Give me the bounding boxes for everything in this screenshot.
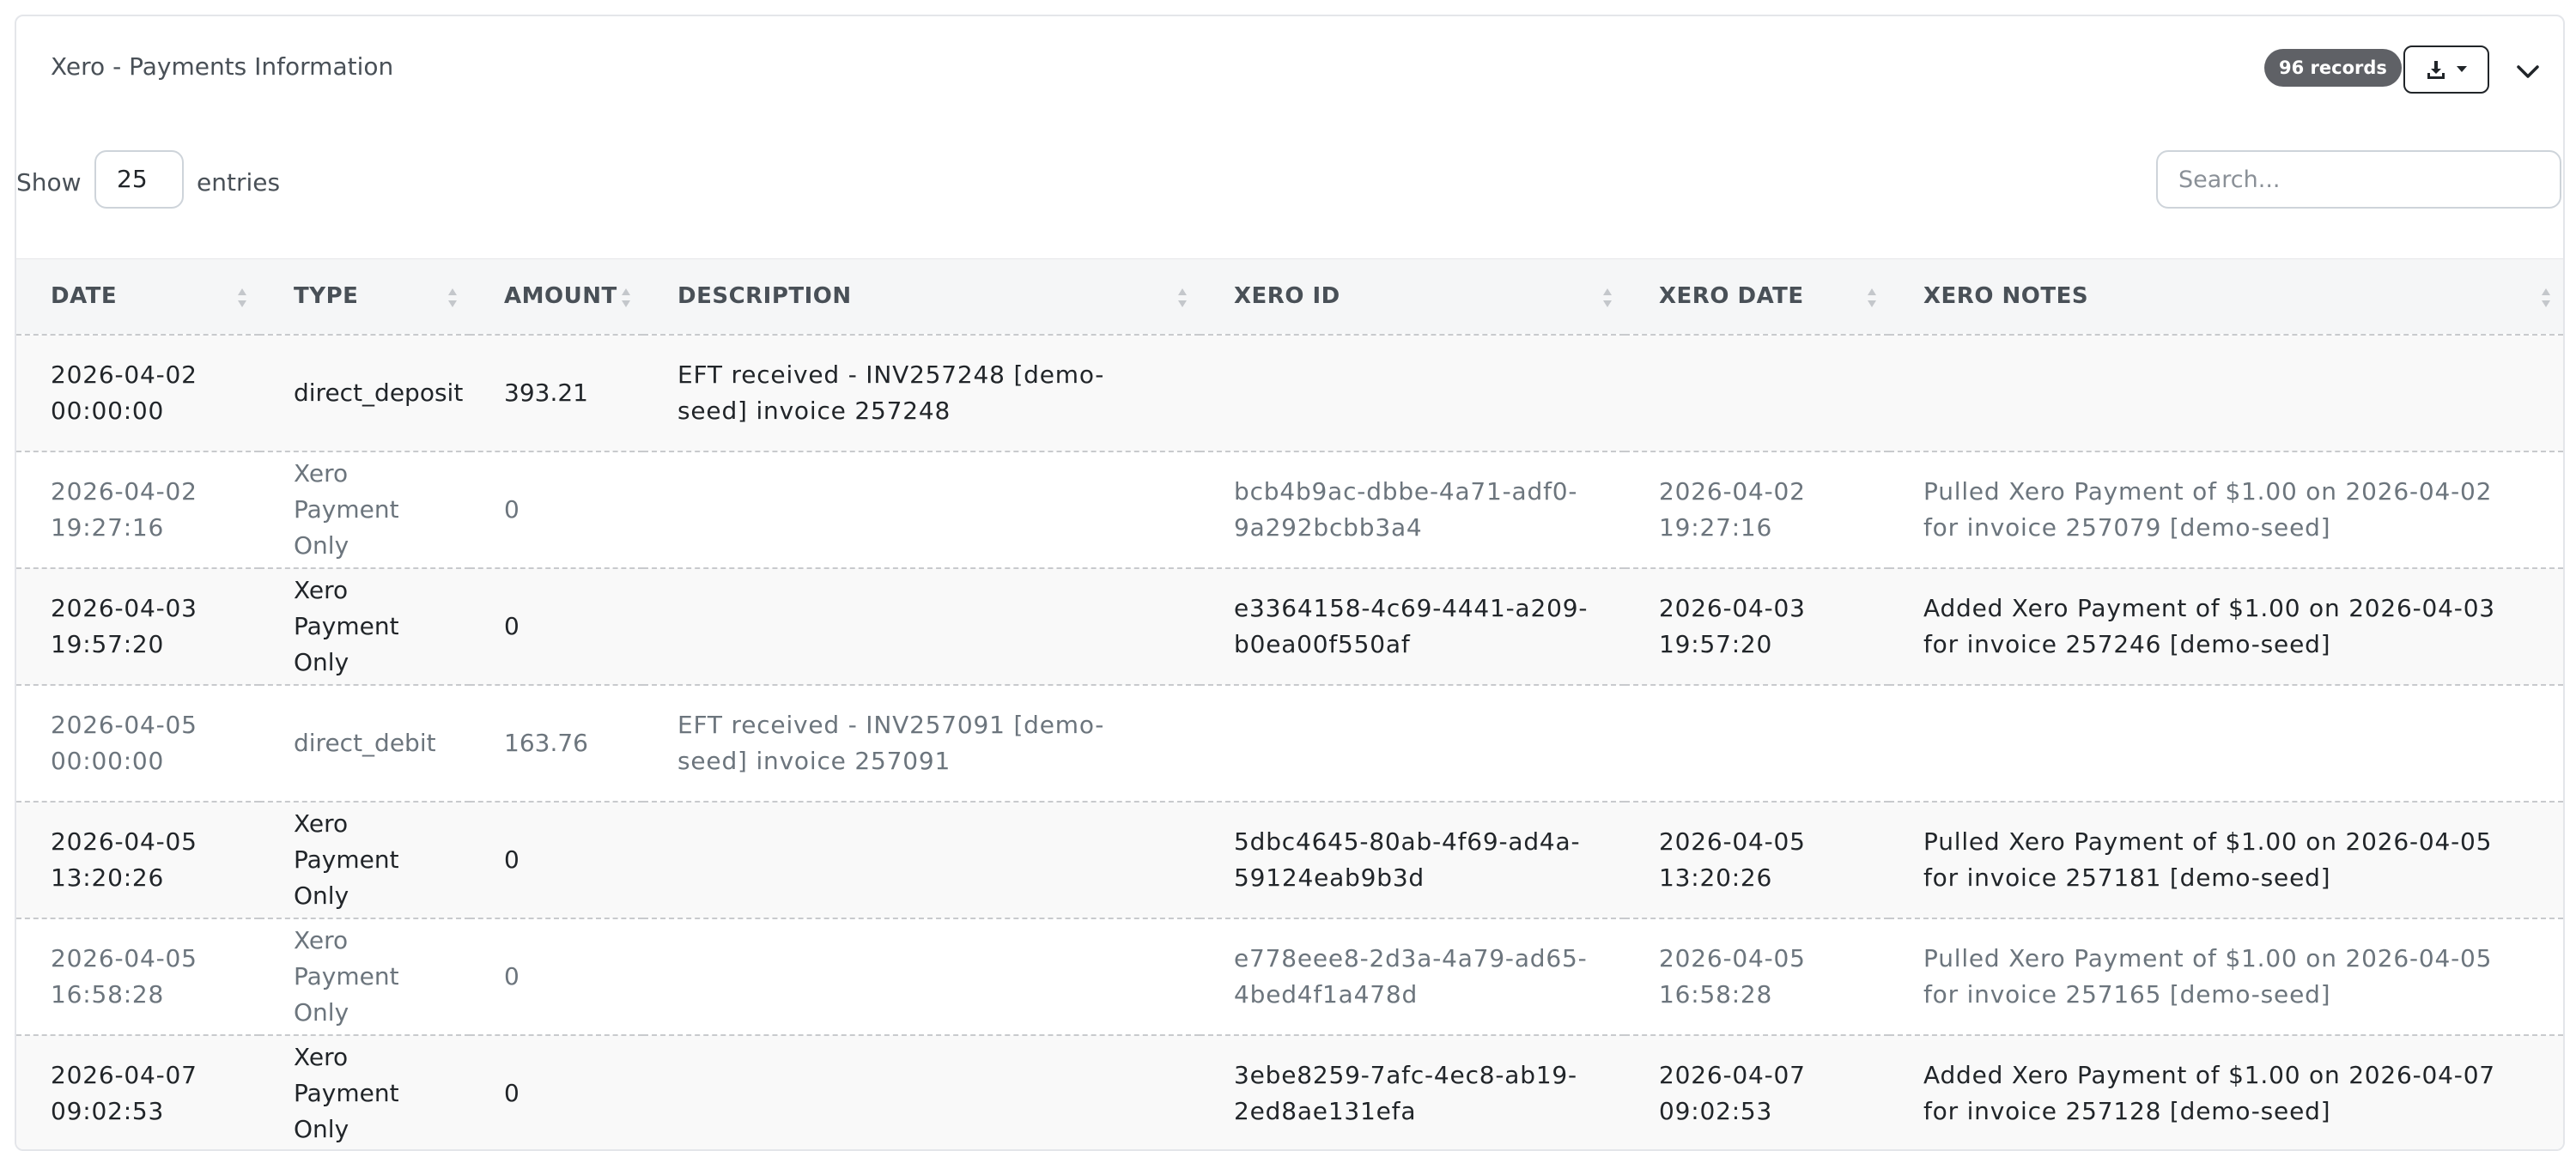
download-icon bbox=[2426, 59, 2446, 80]
chevron-down-icon bbox=[2517, 65, 2539, 79]
cell-description: EFT received - INV257091 [demo-seed] inv… bbox=[643, 685, 1200, 802]
payments-table: DATE TYPE AMOUNT DESCRIPTION XERO ID XERO DAT… bbox=[16, 258, 2563, 1151]
cell-type: Xero Payment Only bbox=[259, 918, 470, 1035]
column-header-xero-id[interactable]: XERO ID bbox=[1200, 259, 1625, 335]
table-controls: Show 25 entries bbox=[16, 150, 2563, 210]
cell-xero-id: 5dbc4645-80ab-4f69-ad4a-59124eab9b3d bbox=[1200, 802, 1625, 918]
cell-amount: 393.21 bbox=[470, 335, 643, 451]
card-header: Xero - Payments Information 96 records bbox=[16, 16, 2563, 124]
entries-per-page-select[interactable]: 25 bbox=[94, 150, 184, 209]
cell-type: Xero Payment Only bbox=[259, 802, 470, 918]
cell-xero-date: 2026-04-03 19:57:20 bbox=[1625, 568, 1889, 685]
sort-icon bbox=[2541, 288, 2551, 308]
cell-xero-notes: Pulled Xero Payment of $1.00 on 2026-04-… bbox=[1889, 451, 2563, 568]
column-header-type[interactable]: TYPE bbox=[259, 259, 470, 335]
cell-xero-notes bbox=[1889, 335, 2563, 451]
cell-xero-notes bbox=[1889, 685, 2563, 802]
column-header-label: XERO ID bbox=[1234, 283, 1340, 309]
sort-icon bbox=[447, 288, 458, 308]
table-row: 2026-04-07 09:02:53Xero Payment Only03eb… bbox=[16, 1035, 2563, 1151]
cell-xero-date: 2026-04-05 13:20:26 bbox=[1625, 802, 1889, 918]
payments-table-wrapper: DATE TYPE AMOUNT DESCRIPTION XERO ID XERO DAT… bbox=[16, 258, 2563, 1151]
cell-date: 2026-04-05 13:20:26 bbox=[16, 802, 259, 918]
cell-xero-date: 2026-04-07 09:02:53 bbox=[1625, 1035, 1889, 1151]
cell-xero-date bbox=[1625, 335, 1889, 451]
cell-xero-notes: Added Xero Payment of $1.00 on 2026-04-0… bbox=[1889, 568, 2563, 685]
cell-amount: 0 bbox=[470, 451, 643, 568]
records-count-badge: 96 records bbox=[2264, 49, 2402, 87]
table-row: 2026-04-03 19:57:20Xero Payment Only0e33… bbox=[16, 568, 2563, 685]
cell-description bbox=[643, 918, 1200, 1035]
column-header-label: DATE bbox=[51, 283, 117, 309]
cell-xero-date: 2026-04-02 19:27:16 bbox=[1625, 451, 1889, 568]
cell-xero-date bbox=[1625, 685, 1889, 802]
column-header-date[interactable]: DATE bbox=[16, 259, 259, 335]
collapse-toggle[interactable] bbox=[2511, 59, 2545, 85]
table-row: 2026-04-05 00:00:00direct_debit163.76EFT… bbox=[16, 685, 2563, 802]
payments-card: Xero - Payments Information 96 records S… bbox=[15, 15, 2565, 1151]
sort-icon bbox=[1177, 288, 1188, 308]
cell-description bbox=[643, 451, 1200, 568]
cell-amount: 0 bbox=[470, 1035, 643, 1151]
column-header-xero-date[interactable]: XERO DATE bbox=[1625, 259, 1889, 335]
cell-date: 2026-04-05 00:00:00 bbox=[16, 685, 259, 802]
cell-xero-id: 3ebe8259-7afc-4ec8-ab19-2ed8ae131efa bbox=[1200, 1035, 1625, 1151]
cell-description: EFT received - INV257248 [demo-seed] inv… bbox=[643, 335, 1200, 451]
sort-icon bbox=[237, 288, 247, 308]
column-header-amount[interactable]: AMOUNT bbox=[470, 259, 643, 335]
cell-date: 2026-04-07 09:02:53 bbox=[16, 1035, 259, 1151]
cell-xero-notes: Pulled Xero Payment of $1.00 on 2026-04-… bbox=[1889, 918, 2563, 1035]
cell-amount: 0 bbox=[470, 918, 643, 1035]
column-header-description[interactable]: DESCRIPTION bbox=[643, 259, 1200, 335]
card-title: Xero - Payments Information bbox=[51, 52, 393, 81]
cell-xero-notes: Pulled Xero Payment of $1.00 on 2026-04-… bbox=[1889, 802, 2563, 918]
cell-date: 2026-04-02 19:27:16 bbox=[16, 451, 259, 568]
table-row: 2026-04-05 13:20:26Xero Payment Only05db… bbox=[16, 802, 2563, 918]
sort-icon bbox=[1867, 288, 1877, 308]
cell-type: Xero Payment Only bbox=[259, 568, 470, 685]
cell-type: direct_debit bbox=[259, 685, 470, 802]
table-row: 2026-04-02 00:00:00direct_deposit393.21E… bbox=[16, 335, 2563, 451]
table-row: 2026-04-05 16:58:28Xero Payment Only0e77… bbox=[16, 918, 2563, 1035]
table-body: 2026-04-02 00:00:00direct_deposit393.21E… bbox=[16, 335, 2563, 1151]
cell-type: Xero Payment Only bbox=[259, 1035, 470, 1151]
column-header-label: DESCRIPTION bbox=[677, 283, 852, 309]
entries-label: entries bbox=[197, 168, 280, 197]
cell-date: 2026-04-02 00:00:00 bbox=[16, 335, 259, 451]
table-row: 2026-04-02 19:27:16Xero Payment Only0bcb… bbox=[16, 451, 2563, 568]
column-header-label: AMOUNT bbox=[504, 283, 617, 309]
show-label: Show bbox=[16, 168, 82, 197]
cell-type: direct_deposit bbox=[259, 335, 470, 451]
cell-xero-id: e778eee8-2d3a-4a79-ad65-4bed4f1a478d bbox=[1200, 918, 1625, 1035]
cell-amount: 0 bbox=[470, 568, 643, 685]
cell-type: Xero Payment Only bbox=[259, 451, 470, 568]
sort-icon bbox=[621, 288, 631, 308]
cell-xero-id bbox=[1200, 685, 1625, 802]
sort-icon bbox=[1602, 288, 1613, 308]
cell-description bbox=[643, 568, 1200, 685]
caret-down-icon bbox=[2457, 66, 2467, 73]
cell-xero-id bbox=[1200, 335, 1625, 451]
cell-xero-id: e3364158-4c69-4441-a209-b0ea00f550af bbox=[1200, 568, 1625, 685]
export-dropdown-button[interactable] bbox=[2403, 45, 2489, 94]
cell-amount: 0 bbox=[470, 802, 643, 918]
cell-xero-id: bcb4b9ac-dbbe-4a71-adf0-9a292bcbb3a4 bbox=[1200, 451, 1625, 568]
column-header-label: XERO DATE bbox=[1659, 283, 1804, 309]
cell-xero-date: 2026-04-05 16:58:28 bbox=[1625, 918, 1889, 1035]
column-header-label: XERO NOTES bbox=[1923, 283, 2088, 309]
column-header-label: TYPE bbox=[294, 283, 358, 309]
cell-xero-notes: Added Xero Payment of $1.00 on 2026-04-0… bbox=[1889, 1035, 2563, 1151]
table-header-row: DATE TYPE AMOUNT DESCRIPTION XERO ID XERO DAT… bbox=[16, 259, 2563, 335]
search-input[interactable] bbox=[2156, 150, 2561, 209]
cell-date: 2026-04-05 16:58:28 bbox=[16, 918, 259, 1035]
cell-amount: 163.76 bbox=[470, 685, 643, 802]
cell-description bbox=[643, 802, 1200, 918]
cell-date: 2026-04-03 19:57:20 bbox=[16, 568, 259, 685]
column-header-xero-notes[interactable]: XERO NOTES bbox=[1889, 259, 2563, 335]
cell-description bbox=[643, 1035, 1200, 1151]
